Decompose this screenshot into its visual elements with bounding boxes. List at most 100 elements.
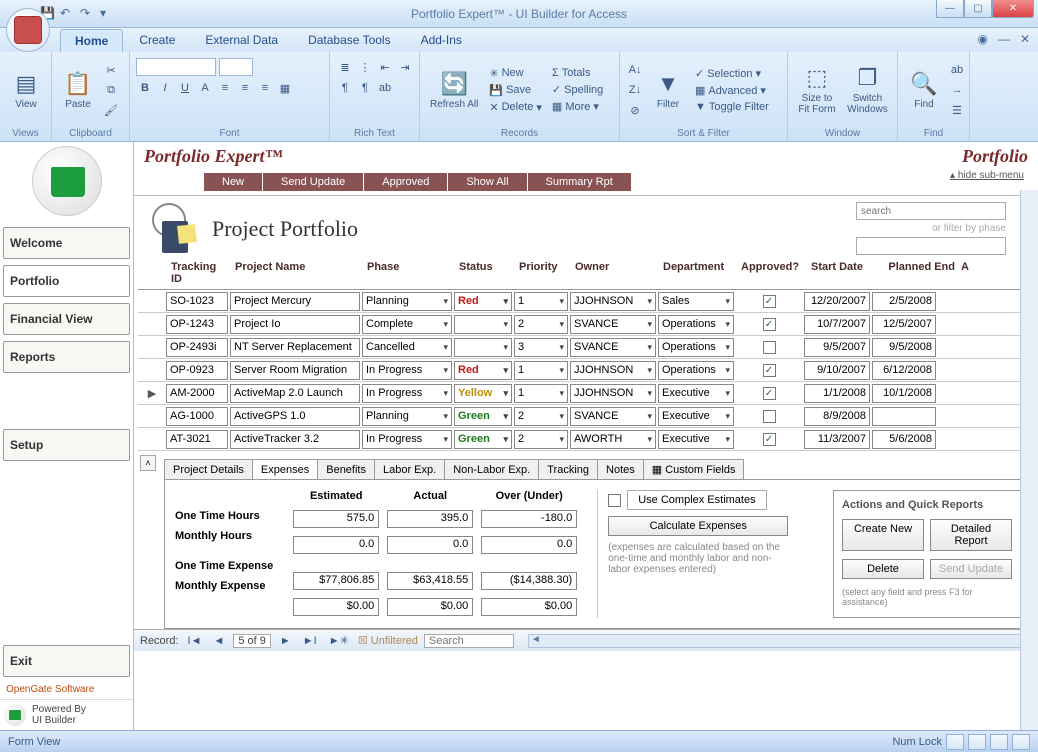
ote-over[interactable]: ($14,388.30) (481, 572, 577, 590)
filter-button[interactable]: ▼Filter (648, 69, 688, 112)
copy-icon[interactable]: ⧉ (102, 81, 120, 99)
table-row[interactable]: ▶AM-2000ActiveMap 2.0 LaunchIn ProgressY… (138, 382, 1034, 405)
cell-start[interactable]: 8/9/2008 (804, 407, 870, 426)
qa-dropdown-icon[interactable]: ▾ (100, 6, 116, 22)
record-search-input[interactable]: Search (424, 634, 514, 648)
tab-notes[interactable]: Notes (597, 459, 644, 479)
minimize-button[interactable]: — (936, 0, 964, 18)
table-row[interactable]: OP-1243Project IoComplete2SVANCEOperatio… (138, 313, 1034, 336)
col-owner[interactable]: Owner (572, 261, 660, 285)
col-phase[interactable]: Phase (364, 261, 456, 285)
ote-est[interactable]: $77,806.85 (293, 572, 379, 590)
cell-tracking[interactable]: AT-3021 (166, 430, 228, 449)
cell-approved[interactable] (736, 338, 802, 357)
cell-status[interactable]: Green (454, 407, 512, 426)
prev-record-button[interactable]: ◄ (210, 635, 227, 647)
col-start[interactable]: Start Date (808, 261, 876, 285)
goto-icon[interactable]: → (948, 81, 966, 99)
tab-create[interactable]: Create (125, 29, 189, 52)
clear-sort-icon[interactable]: ⊘ (626, 101, 644, 119)
tab-database-tools[interactable]: Database Tools (294, 29, 405, 52)
cell-department[interactable]: Executive (658, 407, 734, 426)
submenu-approved[interactable]: Approved (364, 173, 448, 191)
cell-priority[interactable]: 2 (514, 430, 568, 449)
bold-button[interactable]: B (136, 79, 154, 97)
advanced-button[interactable]: ▦ Advanced ▾ (692, 83, 772, 98)
mh-over[interactable]: 0.0 (481, 536, 577, 554)
nav-reports[interactable]: Reports (3, 341, 130, 373)
cell-priority[interactable]: 1 (514, 361, 568, 380)
view-datasheet-icon[interactable] (968, 734, 986, 750)
align-center-button[interactable]: ≡ (236, 79, 254, 97)
horizontal-scrollbar[interactable] (528, 634, 1032, 648)
table-row[interactable]: AT-3021ActiveTracker 3.2In ProgressGreen… (138, 428, 1034, 451)
cell-start[interactable]: 1/1/2008 (804, 384, 870, 403)
nav-portfolio[interactable]: Portfolio (3, 265, 130, 297)
gridlines-button[interactable]: ▦ (276, 79, 294, 97)
vertical-scrollbar[interactable] (1020, 190, 1038, 730)
oth-act[interactable]: 395.0 (387, 510, 473, 528)
cell-department[interactable]: Executive (658, 384, 734, 403)
cell-priority[interactable]: 1 (514, 292, 568, 311)
replace-icon[interactable]: ab (948, 61, 966, 79)
cell-project[interactable]: Server Room Migration (230, 361, 360, 380)
cell-owner[interactable]: AWORTH (570, 430, 656, 449)
cell-status[interactable]: Red (454, 361, 512, 380)
first-record-button[interactable]: I◄ (185, 635, 205, 647)
tab-home[interactable]: Home (60, 29, 123, 52)
cell-approved[interactable]: ✓ (736, 315, 802, 334)
font-family-combo[interactable] (136, 58, 216, 76)
tab-tracking[interactable]: Tracking (538, 459, 598, 479)
view-form-icon[interactable] (946, 734, 964, 750)
spelling-button[interactable]: ✓ Spelling (549, 82, 606, 97)
cell-owner[interactable]: SVANCE (570, 338, 656, 357)
cell-approved[interactable]: ✓ (736, 361, 802, 380)
approved-checkbox[interactable]: ✓ (763, 433, 776, 446)
help-icon[interactable]: ◉ (977, 32, 987, 46)
highlight-icon[interactable]: ab (376, 79, 394, 97)
collapse-detail-button[interactable]: ˄ (140, 455, 156, 471)
cell-phase[interactable]: Cancelled (362, 338, 452, 357)
calculate-button[interactable]: Calculate Expenses (608, 516, 788, 536)
cell-project[interactable]: ActiveMap 2.0 Launch (230, 384, 360, 403)
complex-checkbox[interactable] (608, 494, 621, 507)
cell-project[interactable]: ActiveTracker 3.2 (230, 430, 360, 449)
tab-project-details[interactable]: Project Details (164, 459, 253, 479)
cell-department[interactable]: Operations (658, 315, 734, 334)
tab-benefits[interactable]: Benefits (317, 459, 375, 479)
toggle-filter-button[interactable]: ▼ Toggle Filter (692, 100, 772, 114)
close-button[interactable]: ✕ (992, 0, 1034, 18)
me-act[interactable]: $0.00 (387, 598, 473, 616)
font-color-button[interactable]: A (196, 79, 214, 97)
cell-project[interactable]: NT Server Replacement (230, 338, 360, 357)
cell-department[interactable]: Executive (658, 430, 734, 449)
search-input[interactable] (856, 202, 1006, 220)
delete-record-button[interactable]: ✕ Delete ▾ (486, 100, 545, 115)
cell-end[interactable]: 6/12/2008 (872, 361, 936, 380)
cell-end[interactable]: 9/5/2008 (872, 338, 936, 357)
align-right-button[interactable]: ≡ (256, 79, 274, 97)
me-over[interactable]: $0.00 (481, 598, 577, 616)
cell-approved[interactable]: ✓ (736, 384, 802, 403)
cell-tracking[interactable]: AM-2000 (166, 384, 228, 403)
paste-button[interactable]: 📋Paste (58, 69, 98, 112)
cell-tracking[interactable]: OP-0923 (166, 361, 228, 380)
sort-desc-icon[interactable]: Z↓ (626, 81, 644, 99)
format-painter-icon[interactable]: 🖌 (102, 101, 120, 119)
cell-status[interactable]: Yellow (454, 384, 512, 403)
cell-priority[interactable]: 2 (514, 407, 568, 426)
col-tracking[interactable]: Tracking ID (168, 261, 232, 285)
col-approved[interactable]: Approved? (738, 261, 808, 285)
mh-act[interactable]: 0.0 (387, 536, 473, 554)
underline-button[interactable]: U (176, 79, 194, 97)
approved-checkbox[interactable]: ✓ (763, 364, 776, 377)
tab-custom[interactable]: ▦Custom Fields (643, 459, 745, 479)
cell-end[interactable] (872, 407, 936, 426)
oth-over[interactable]: -180.0 (481, 510, 577, 528)
cell-start[interactable]: 11/3/2007 (804, 430, 870, 449)
hide-submenu-link[interactable]: ▴ hide sub-menu (950, 170, 1024, 181)
tab-expenses[interactable]: Expenses (252, 459, 318, 479)
create-new-button[interactable]: Create New (842, 519, 924, 551)
approved-checkbox[interactable]: ✓ (763, 387, 776, 400)
last-record-button[interactable]: ►I (300, 635, 320, 647)
